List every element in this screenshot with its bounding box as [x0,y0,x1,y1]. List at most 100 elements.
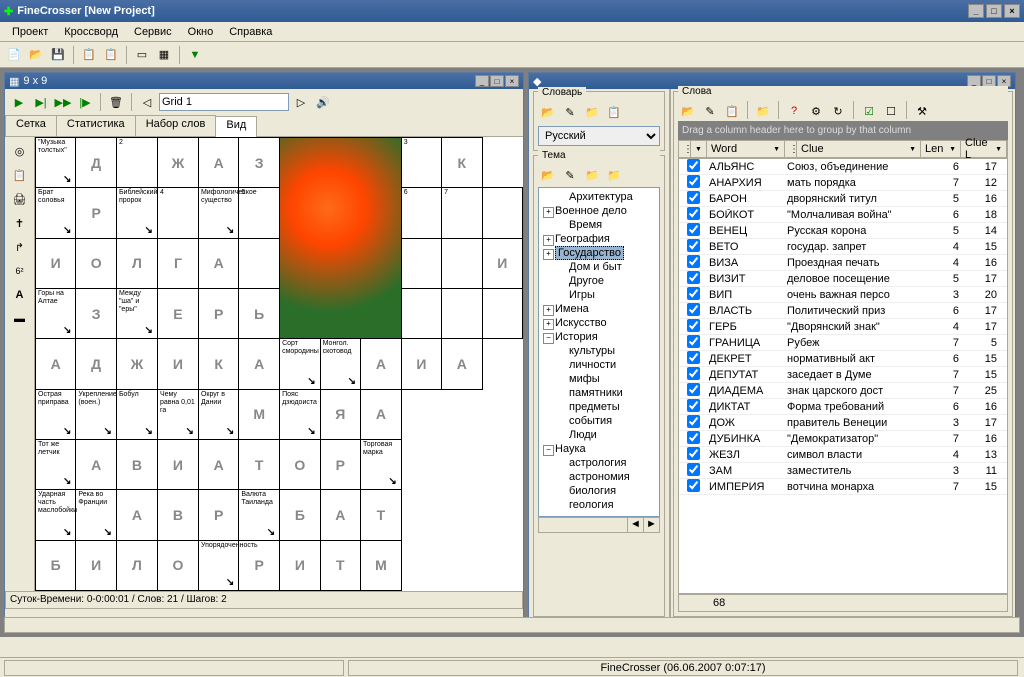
cw-cell[interactable]: Т [239,439,280,489]
cw-cell[interactable]: Р [198,490,238,540]
tile-icon[interactable]: ▦ [154,45,174,65]
target-icon[interactable]: ◎ [10,141,30,161]
tree-item[interactable]: памятники [541,386,657,400]
word-checkbox[interactable] [687,207,700,220]
child-minimize-button[interactable]: _ [475,75,489,87]
cw-cell[interactable]: К [198,339,238,389]
cw-cell[interactable]: Округ в Дании↘ [198,389,238,439]
child-close-button[interactable]: × [505,75,519,87]
number-tool-icon[interactable]: 6² [10,261,30,281]
word-row[interactable]: ДИКТАТФорма требований616 [679,399,1007,415]
words-uncheck-icon[interactable]: ☐ [881,101,901,121]
trash-icon[interactable]: 🗑 [106,92,126,112]
word-checkbox[interactable] [687,479,700,492]
word-row[interactable]: БАРОНдворянский титул516 [679,191,1007,207]
word-checkbox[interactable] [687,447,700,460]
cw-cell[interactable]: И [482,238,522,288]
cw-cell[interactable]: Е [157,288,198,338]
crossword-window-title[interactable]: ▦ 9 x 9 _ □ × [5,73,523,89]
close-button[interactable]: × [1004,4,1020,18]
cw-cell[interactable]: 6 [401,188,441,238]
tree-item[interactable]: события [541,414,657,428]
menu-Окно[interactable]: Окно [180,24,222,40]
word-row[interactable]: ВИЗАПроездная печать416 [679,255,1007,271]
cw-cell[interactable]: М [239,389,280,439]
words-folder-icon[interactable]: 📁 [753,101,773,121]
maximize-button[interactable]: □ [986,4,1002,18]
cw-cell[interactable]: О [280,439,321,489]
word-checkbox[interactable] [687,415,700,428]
drag-hint[interactable]: Drag a column header here to group by th… [678,121,1008,140]
cw-cell[interactable]: А [361,339,402,389]
tree-item[interactable]: Время [541,218,657,232]
new-icon[interactable]: 📄 [4,45,24,65]
cross-icon[interactable]: ✝ [10,213,30,233]
cw-cell[interactable]: Мифологическое существо↘ [198,188,238,238]
tree-item[interactable]: Другое [541,274,657,288]
clipboard-icon[interactable]: 📋 [10,165,30,185]
cw-cell[interactable]: Бобул↘ [116,389,157,439]
tree-item[interactable]: Наука [541,442,657,456]
cw-cell[interactable]: Д [76,138,117,188]
word-checkbox[interactable] [687,239,700,252]
tree-item[interactable]: Имена [541,302,657,316]
cw-cell[interactable]: Река во Франции↘ [76,490,117,540]
theme-add-icon[interactable]: 📁 [582,165,602,185]
cw-cell[interactable] [442,288,482,338]
cw-cell[interactable]: Р [198,288,238,338]
crossword-grid[interactable]: "Музыка толстых"↘Д2ЖАЗ3КБрат соловья↘РБи… [35,137,523,591]
cw-cell[interactable]: Пояс дзюдоиста↘ [280,389,321,439]
word-row[interactable]: ГЕРБ"Дворянский знак"417 [679,319,1007,335]
cw-cell[interactable]: Б [280,490,321,540]
cw-cell[interactable]: Библейский пророк↘ [116,188,157,238]
tree-item[interactable]: культуры [541,344,657,358]
tree-item[interactable]: астрология [541,456,657,470]
cw-cell[interactable]: Б [36,540,76,590]
sound-icon[interactable]: 🔊 [313,92,333,112]
theme-edit-icon[interactable]: ✎ [560,165,580,185]
cw-cell[interactable]: Л [116,540,157,590]
next-grid-button[interactable]: ▷ [291,92,311,112]
theme-tree[interactable]: АрхитектураВоенное делоВремяГеографияГос… [538,187,660,517]
words-config-icon[interactable]: ⚒ [912,101,932,121]
cw-cell[interactable]: И [36,238,76,288]
cw-cell[interactable]: 5 [239,188,280,238]
save-icon[interactable]: 💾 [48,45,68,65]
play-last-icon[interactable]: |▶ [75,92,95,112]
grid-name-input[interactable] [159,93,289,111]
word-row[interactable]: АЛЬЯНССоюз, объединение617 [679,159,1007,175]
words-edit-icon[interactable]: ✎ [700,101,720,121]
cw-cell[interactable]: Р [76,188,117,238]
cw-cell[interactable]: З [239,138,280,188]
word-row[interactable]: ЖЕЗЛсимвол власти413 [679,447,1007,463]
word-checkbox[interactable] [687,335,700,348]
tree-item[interactable]: биология [541,484,657,498]
cw-cell[interactable]: А [36,339,76,389]
image-icon[interactable]: ▬ [10,309,30,329]
cw-cell[interactable]: Острая приправа↘ [36,389,76,439]
tree-item[interactable]: Государство [541,246,657,260]
word-row[interactable]: ИМПЕРИЯвотчина монарха715 [679,479,1007,495]
cw-cell[interactable]: И [401,339,441,389]
word-checkbox[interactable] [687,319,700,332]
cw-cell[interactable]: А [198,238,238,288]
down-arrow-icon[interactable]: ▼ [185,45,205,65]
cw-cell[interactable]: А [239,339,280,389]
minimize-button[interactable]: _ [968,4,984,18]
col-word[interactable]: Word▼ [707,141,785,157]
tree-item[interactable]: Архитектура [541,190,657,204]
cw-cell[interactable]: А [198,439,238,489]
word-checkbox[interactable] [687,383,700,396]
cw-cell[interactable]: А [198,138,238,188]
word-checkbox[interactable] [687,399,700,412]
col-clue[interactable]: Clue▼ [797,141,921,157]
cw-cell[interactable] [482,288,522,338]
word-checkbox[interactable] [687,191,700,204]
cw-cell[interactable]: М [361,540,402,590]
tree-item[interactable]: мифы [541,372,657,386]
word-row[interactable]: ВЕТОгосудар. запрет415 [679,239,1007,255]
menu-Кроссворд[interactable]: Кроссворд [56,24,126,40]
cw-cell[interactable]: Между "ша" и "еры"↘ [116,288,157,338]
cw-cell[interactable]: Горы на Алтае↘ [36,288,76,338]
word-checkbox[interactable] [687,287,700,300]
